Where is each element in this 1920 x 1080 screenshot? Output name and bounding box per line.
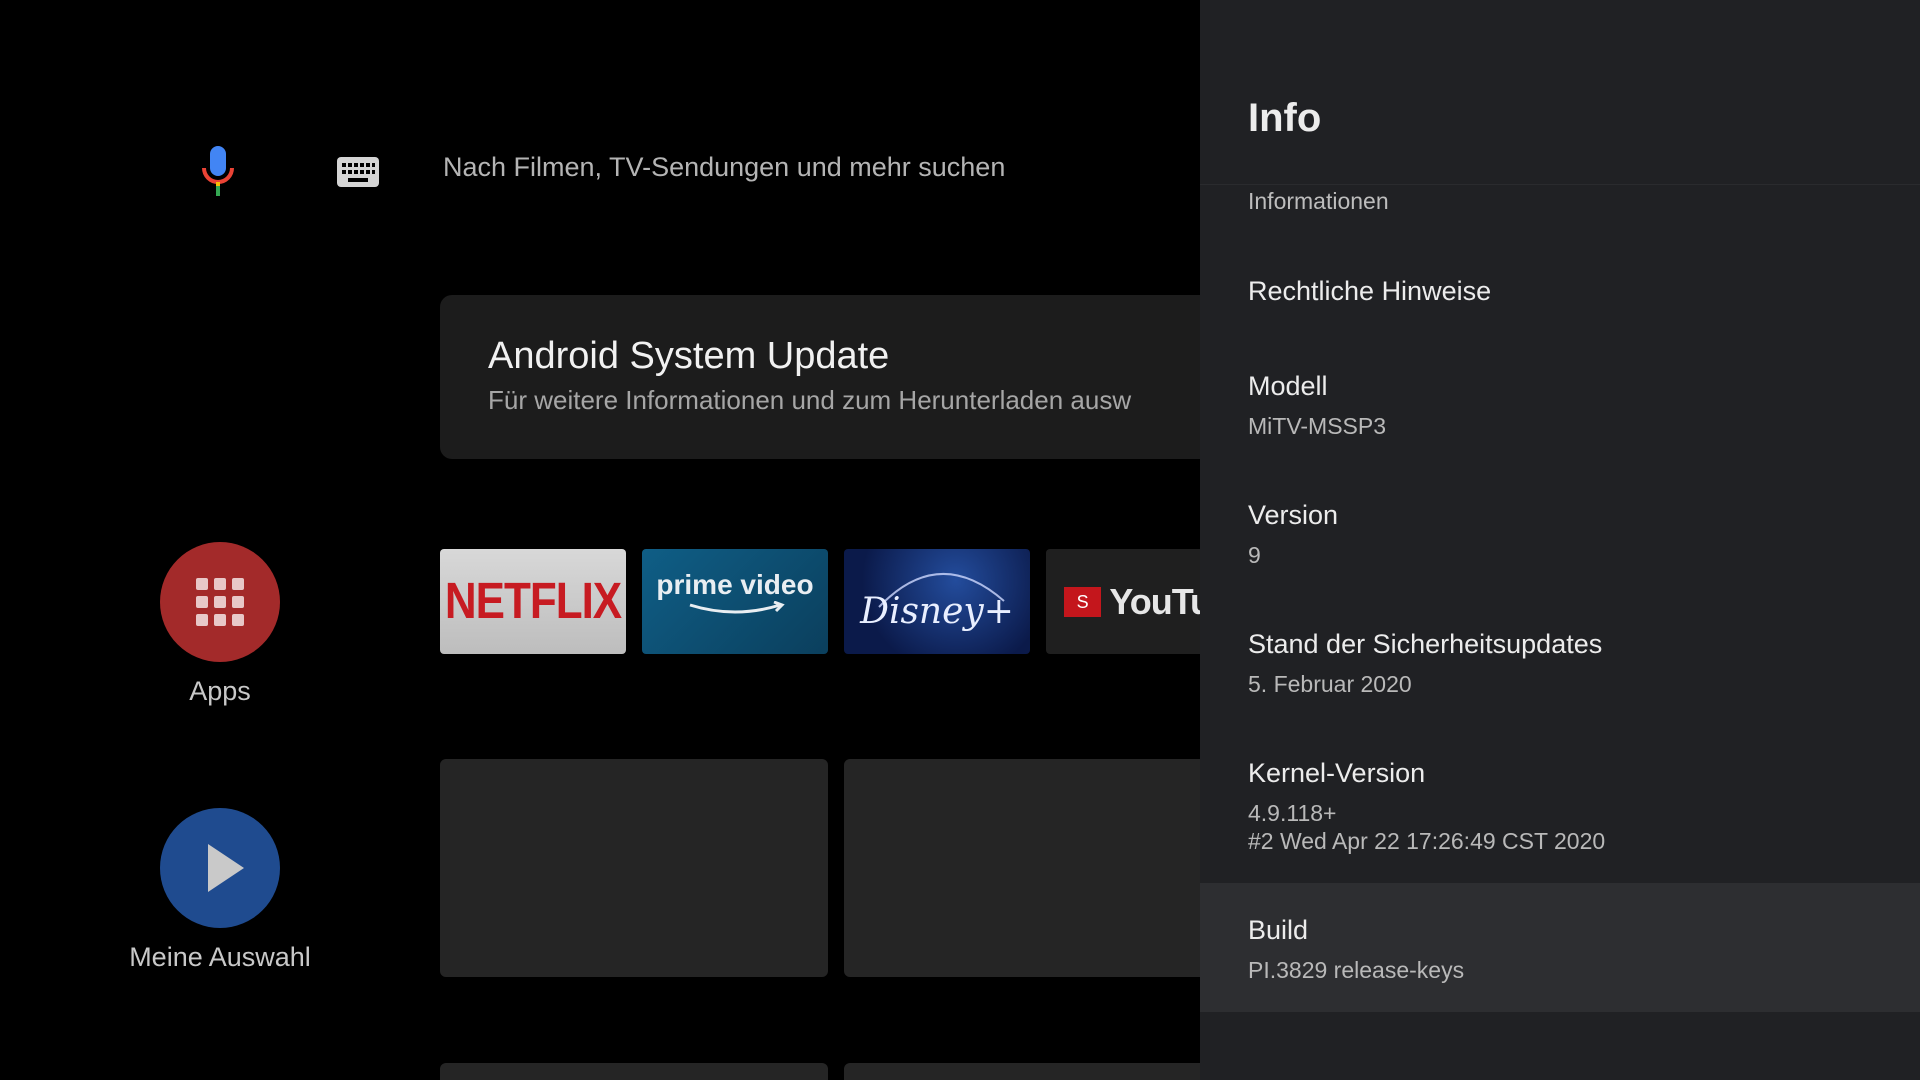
content-placeholder[interactable] (844, 1063, 1200, 1080)
content-placeholder[interactable] (440, 1063, 828, 1080)
item-title: Stand der Sicherheitsupdates (1248, 629, 1603, 659)
list-item-partial[interactable]: Informationen (1248, 188, 1389, 215)
item-value: 5. Februar 2020 (1248, 671, 1412, 697)
update-title: Android System Update (488, 335, 890, 377)
info-settings-panel: Informationen Rechtliche Hinweise Modell… (1200, 0, 1920, 1080)
panel-title: Info (1248, 96, 1322, 140)
list-item-version[interactable]: Version 9 (1200, 484, 1920, 614)
search-input[interactable]: Nach Filmen, TV-Sendungen und mehr suche… (443, 152, 1005, 183)
content-placeholder[interactable] (440, 759, 828, 977)
list-item-model[interactable]: Modell MiTV-MSSP3 (1200, 355, 1920, 485)
youtube-badge-icon: S (1064, 586, 1102, 617)
prime-video-tile[interactable]: prime video (642, 549, 828, 654)
panel-header: Info (1200, 0, 1920, 185)
disney-plus-tile[interactable]: Disney+ (844, 549, 1030, 654)
item-value: 4.9.118+ (1248, 800, 1337, 826)
item-title: Build (1248, 915, 1309, 945)
apps-button[interactable] (160, 542, 280, 662)
youtube-tile[interactable]: S YouTub (1046, 549, 1200, 654)
list-item-kernel-version[interactable]: Kernel-Version 4.9.118+ #2 Wed Apr 22 17… (1200, 742, 1920, 882)
mic-icon[interactable] (198, 146, 238, 198)
apps-label: Apps (189, 676, 251, 706)
my-selection-button[interactable] (160, 808, 280, 928)
play-icon (208, 844, 244, 892)
item-value-line2: #2 Wed Apr 22 17:26:49 CST 2020 (1248, 828, 1606, 854)
item-value: MiTV-MSSP3 (1248, 413, 1387, 439)
item-title: Rechtliche Hinweise (1248, 276, 1492, 306)
list-item-build[interactable]: Build PI.3829 release-keys (1200, 883, 1920, 1012)
tv-launcher-home: Nach Filmen, TV-Sendungen und mehr suche… (0, 0, 1200, 1080)
content-placeholder[interactable] (844, 759, 1200, 977)
netflix-logo: NETFLIX (444, 572, 622, 630)
update-subtitle: Für weitere Informationen und zum Herunt… (488, 385, 1132, 415)
item-title: Kernel-Version (1248, 758, 1426, 788)
system-update-card[interactable]: Android System Update Für weitere Inform… (440, 295, 1200, 459)
item-title: Version (1248, 500, 1339, 530)
apps-grid-icon (196, 578, 244, 626)
netflix-tile[interactable]: NETFLIX (440, 549, 626, 654)
item-value: PI.3829 release-keys (1248, 957, 1465, 983)
prime-video-logo: prime video (656, 570, 814, 617)
item-value: 9 (1248, 542, 1261, 568)
item-title: Modell (1248, 371, 1328, 401)
my-selection-label: Meine Auswahl (129, 942, 311, 972)
disney-plus-logo: Disney+ (860, 591, 1014, 632)
youtube-logo: YouTub (1109, 580, 1200, 622)
keyboard-icon[interactable] (337, 157, 379, 187)
list-item-security-patch[interactable]: Stand der Sicherheitsupdates 5. Februar … (1200, 613, 1920, 743)
